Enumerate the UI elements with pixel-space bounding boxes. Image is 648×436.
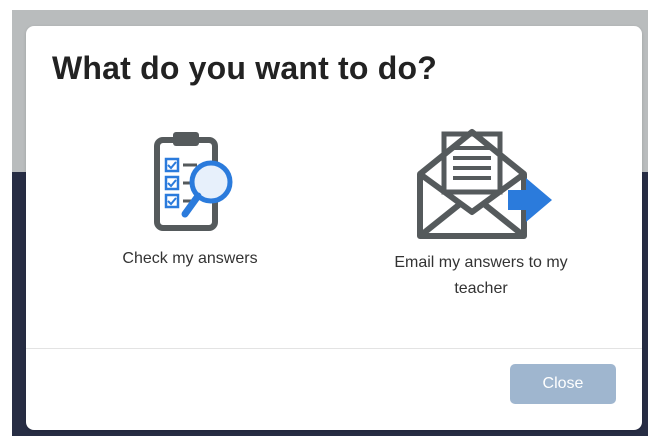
envelope-send-icon — [417, 129, 552, 239]
email-answers-option[interactable]: Email my answers to my teacher — [356, 126, 606, 326]
close-button[interactable]: Close — [510, 364, 616, 404]
dialog-divider — [26, 348, 642, 349]
clipboard-magnifier-icon — [154, 132, 233, 231]
action-dialog: What do you want to do? Check my answers — [26, 26, 642, 430]
email-answers-label: Email my answers to my teacher — [394, 254, 568, 297]
check-answers-label: Check my answers — [122, 250, 258, 267]
dialog-title: What do you want to do? — [52, 50, 437, 86]
check-answers-option[interactable]: Check my answers — [90, 126, 290, 306]
